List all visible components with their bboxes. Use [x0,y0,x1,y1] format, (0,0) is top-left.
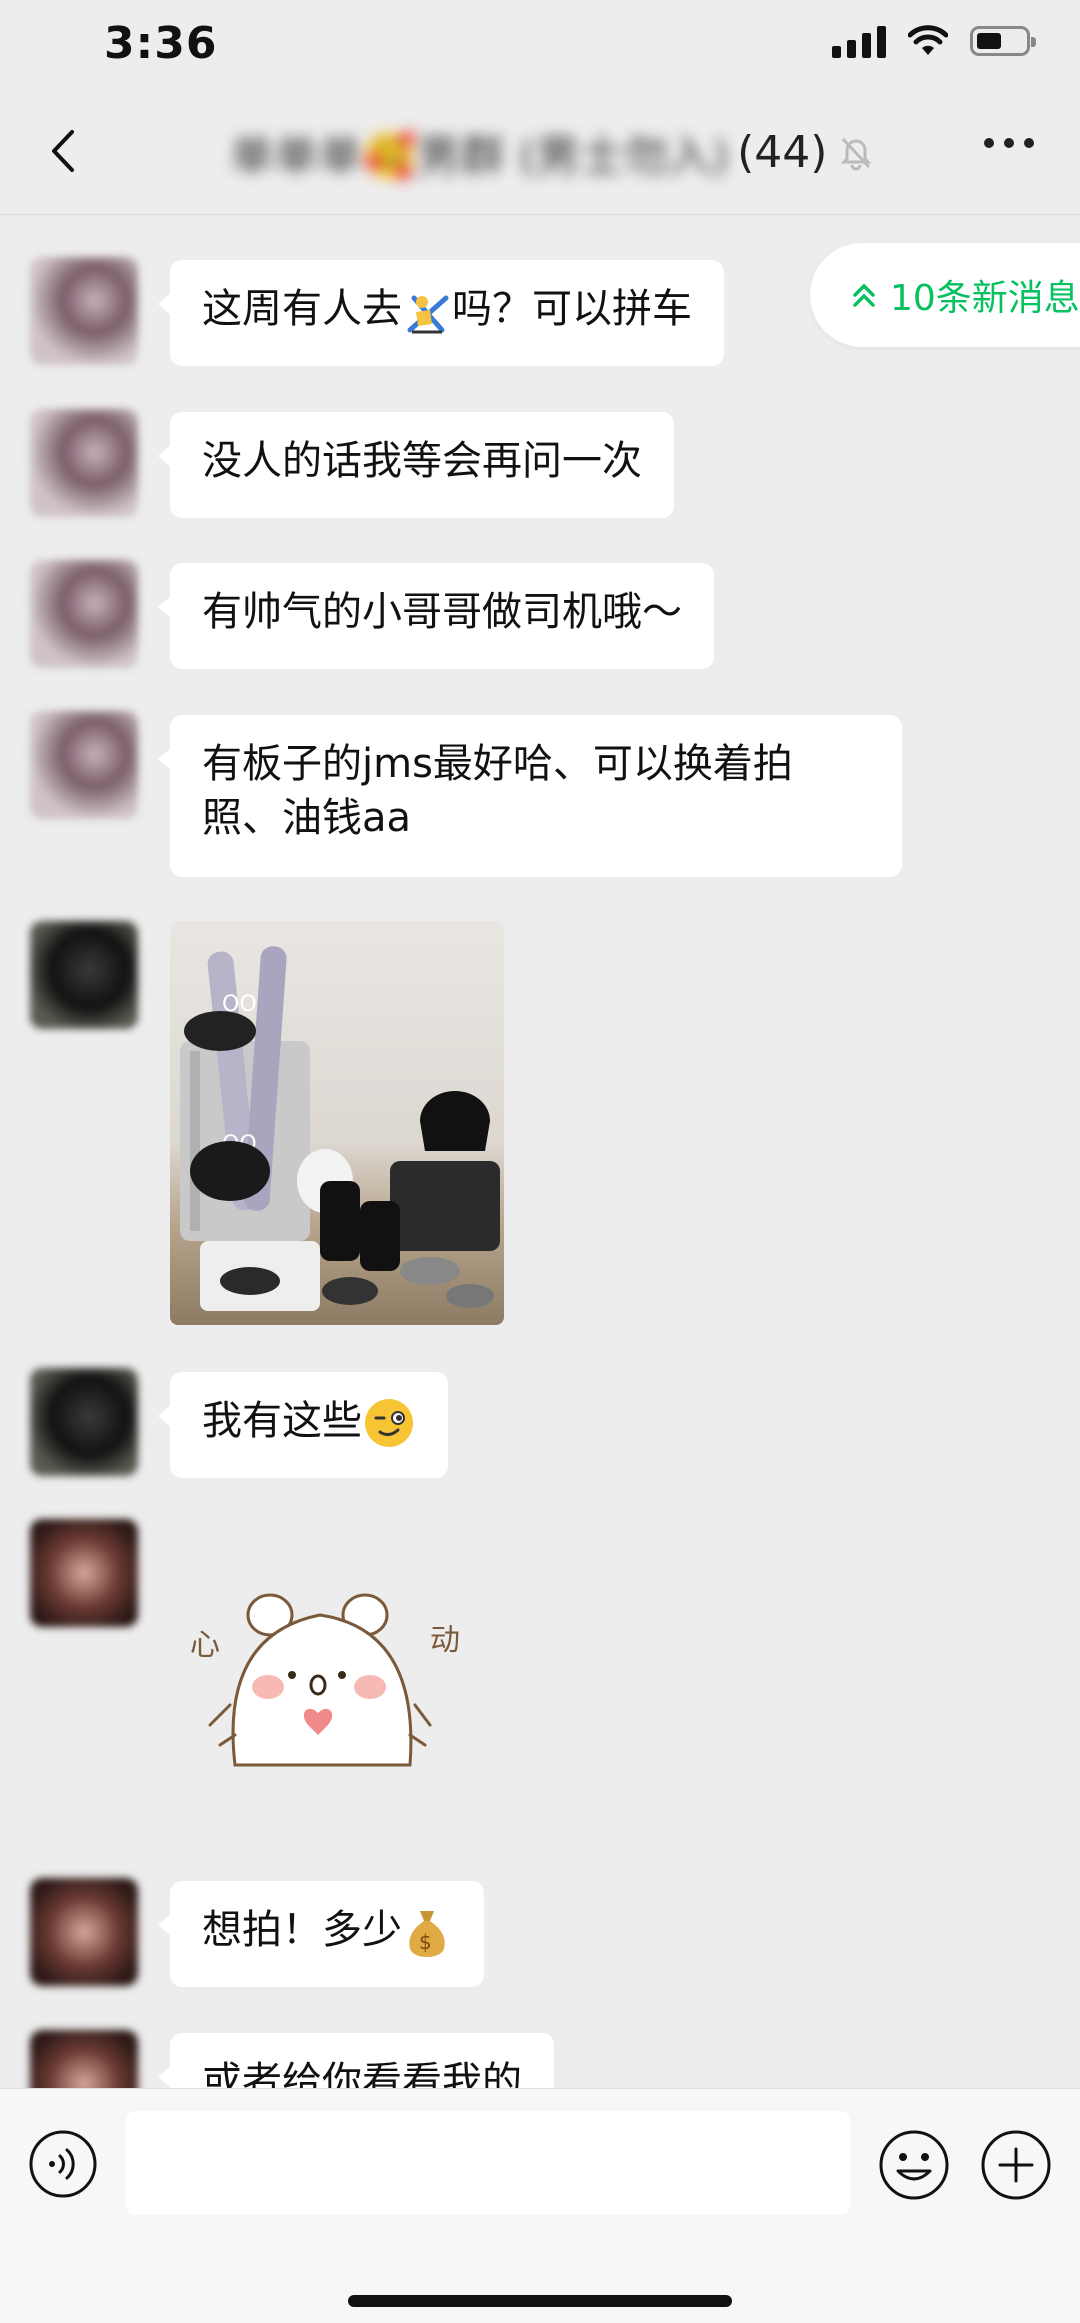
new-messages-label: 10条新消息 [890,278,1080,319]
emoji-icon[interactable] [878,2129,950,2201]
input-bar [0,2088,1080,2323]
skier-emoji-icon [407,295,449,334]
status-time: 3:36 [104,18,218,69]
voice-input-icon[interactable] [28,2129,98,2199]
message-list[interactable]: 这周有人去 吗？可以拼车 10条新消息 没人的话我等会再问一次 有帅气的小哥哥做… [0,215,1080,2088]
status-icons [832,24,1036,58]
double-chevron-up-icon [853,283,875,307]
heart-bear-sticker[interactable]: 心 动 [180,1575,480,1795]
message-bubble[interactable]: 或者给你看看我的 [158,2033,554,2088]
chat-name-blurred: 单单单🥰男群 (男士勿入) [230,131,730,182]
cellular-signal-icon [832,24,886,58]
avatar[interactable] [30,711,138,819]
message-bubble[interactable]: 有帅气的小哥哥做司机哦～ [158,563,714,669]
avatar[interactable] [30,1519,138,1627]
svg-text:$: $ [419,1930,432,1954]
wifi-icon [908,25,948,55]
message-bubble[interactable]: 想拍！多少 $ [158,1881,484,1987]
avatar[interactable] [30,2030,138,2088]
sticker-left-text: 心 [190,1628,220,1663]
avatar[interactable] [30,1878,138,1986]
wink-emoji-icon [365,1399,413,1447]
plus-icon[interactable] [980,2129,1052,2201]
message-bubble[interactable]: 这周有人去 吗？可以拼车 [158,260,724,366]
back-arrow-icon[interactable] [40,126,90,176]
chat-title[interactable]: 单单单🥰男群 (男士勿入) (44) [230,120,875,184]
status-bar: 3:36 [0,0,1080,90]
avatar[interactable] [30,921,138,1029]
message-bubble[interactable]: 没人的话我等会再问一次 [158,412,674,518]
money-bag-emoji-icon: $ [409,1911,445,1957]
message-input[interactable] [126,2111,850,2215]
mute-bell-icon [840,137,873,171]
avatar[interactable] [30,560,138,668]
avatar[interactable] [30,409,138,517]
battery-icon [970,26,1036,56]
message-bubble[interactable]: 我有这些 [158,1372,448,1478]
sticker-right-text: 动 [430,1623,460,1658]
chat-header: 单单单🥰男群 (男士勿入) (44) [0,90,1080,215]
member-count: (44) [737,126,828,178]
home-indicator[interactable] [348,2295,732,2307]
ski-gear-photo[interactable]: OO OO [170,921,504,1325]
new-messages-button[interactable]: 10条新消息 [810,243,1080,347]
more-options-icon[interactable] [984,138,1034,148]
avatar[interactable] [30,257,138,365]
message-bubble[interactable]: 有板子的jms最好哈、可以换着拍 照、油钱aa [158,715,902,877]
ski-gear-image-icon: OO OO [180,946,500,1311]
avatar[interactable] [30,1368,138,1476]
